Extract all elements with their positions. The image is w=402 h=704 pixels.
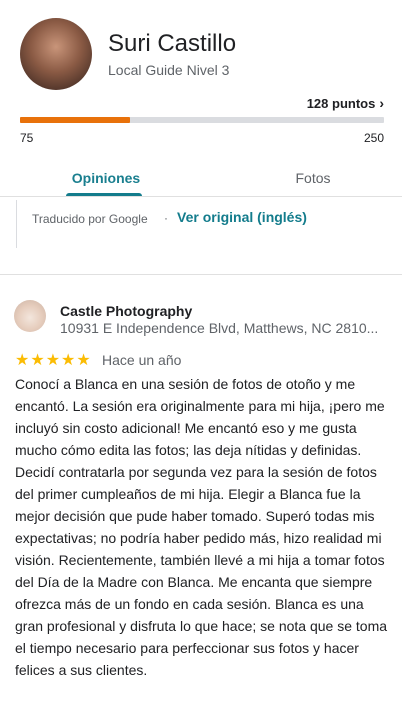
points-link[interactable]: 128 puntos ›: [307, 95, 384, 111]
tab-reviews[interactable]: Opiniones: [36, 170, 176, 186]
profile-tabs: Opiniones Fotos: [0, 160, 402, 197]
place-address: 10931 E Independence Blvd, Matthews, NC …: [60, 320, 379, 336]
points-label: 128 puntos: [306, 96, 376, 111]
chevron-right-icon: ›: [379, 95, 384, 111]
points-progress-fill: [20, 117, 131, 123]
translated-by-label: Traducido por Google: [32, 212, 148, 226]
review-date: Hace un año: [102, 352, 182, 368]
local-guide-level: Local Guide Nivel 3: [108, 62, 230, 78]
place-thumbnail[interactable]: [14, 300, 46, 332]
star-rating: ★★★★★: [15, 352, 92, 369]
progress-max-label: 250: [363, 131, 384, 145]
tab-photos[interactable]: Fotos: [243, 170, 383, 186]
review-text: Conocí a Blanca en una sesión de fotos d…: [15, 376, 388, 678]
profile-avatar[interactable]: [20, 18, 92, 90]
points-progress-bar: [20, 117, 384, 123]
progress-min-label: 75: [20, 131, 34, 145]
separator-dot: ·: [164, 211, 168, 225]
translation-notice: Traducido por Google · Ver original (ing…: [16, 200, 402, 248]
see-original-link[interactable]: Ver original (inglés): [177, 209, 307, 225]
divider: [0, 274, 402, 275]
active-tab-indicator: [66, 193, 142, 196]
place-name[interactable]: Castle Photography: [60, 303, 192, 319]
profile-name: Suri Castillo: [108, 30, 237, 57]
